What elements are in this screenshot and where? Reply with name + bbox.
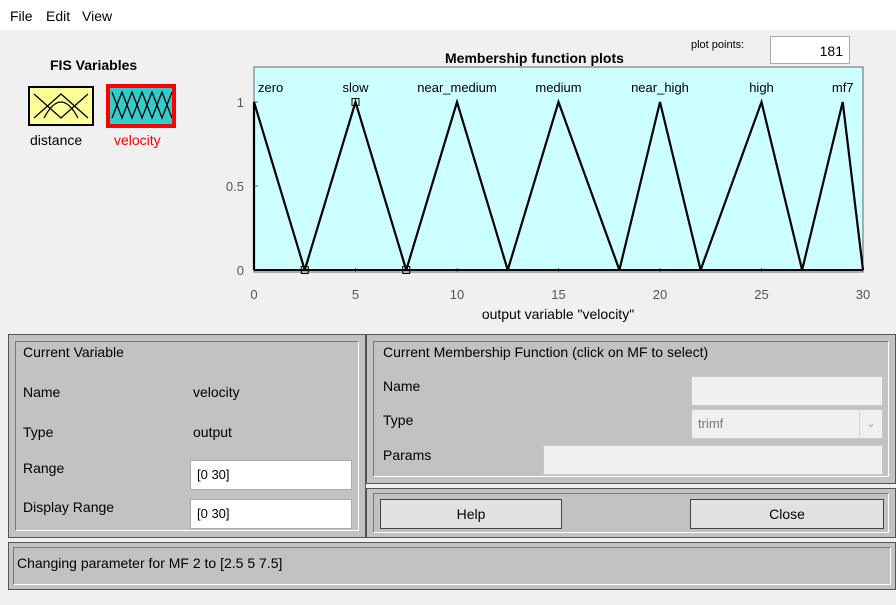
x-tick-label: 25 (754, 287, 768, 302)
mf-label-mf7[interactable]: mf7 (832, 80, 854, 95)
plot-area (253, 66, 864, 273)
mf-label-zero[interactable]: zero (258, 80, 283, 95)
range-input[interactable]: [0 30] (190, 460, 352, 490)
x-tick-label: 15 (551, 287, 565, 302)
mf-params-input[interactable] (543, 445, 883, 475)
display-range-label: Display Range (23, 499, 115, 515)
mf-label-medium[interactable]: medium (535, 80, 581, 95)
x-tick-label: 0 (250, 287, 257, 302)
mf-label-near-medium[interactable]: near_medium (417, 80, 497, 95)
x-tick-label: 30 (856, 287, 870, 302)
membership-function-chart[interactable]: 0 5 10 15 20 25 30 0 0.5 1 zero slow near_medium med… (0, 0, 896, 330)
display-range-input[interactable]: [0 30] (190, 499, 352, 529)
chevron-down-icon: ⌄ (859, 410, 882, 438)
name-label: Name (23, 384, 61, 400)
current-variable-title: Current Variable (23, 344, 124, 360)
current-mf-title: Current Membership Function (click on MF… (383, 344, 709, 360)
y-tick-label: 0.5 (226, 179, 244, 194)
x-tick-label: 10 (450, 287, 464, 302)
variable-name-value: velocity (193, 384, 240, 400)
range-label: Range (23, 460, 65, 476)
x-tick-label: 20 (653, 287, 667, 302)
x-axis-label: output variable "velocity" (482, 306, 634, 322)
y-tick-label: 1 (237, 95, 244, 110)
mf-type-label: Type (383, 412, 414, 428)
type-label: Type (23, 424, 54, 440)
mf-type-value: trimf (698, 416, 724, 431)
mf-params-label: Params (383, 447, 432, 463)
mf-label-high[interactable]: high (749, 80, 774, 95)
help-button[interactable]: Help (380, 499, 562, 529)
status-text: Changing parameter for MF 2 to [2.5 5 7.… (17, 555, 283, 571)
mf-label-slow[interactable]: slow (342, 80, 369, 95)
mf-type-select[interactable]: trimf ⌄ (691, 409, 883, 439)
y-tick-label: 0 (237, 263, 244, 278)
variable-type-value: output (193, 424, 232, 440)
mf-name-label: Name (383, 378, 421, 394)
mf-label-near-high[interactable]: near_high (631, 80, 689, 95)
mf-name-input[interactable] (691, 376, 883, 406)
x-tick-label: 5 (352, 287, 359, 302)
close-button[interactable]: Close (690, 499, 884, 529)
